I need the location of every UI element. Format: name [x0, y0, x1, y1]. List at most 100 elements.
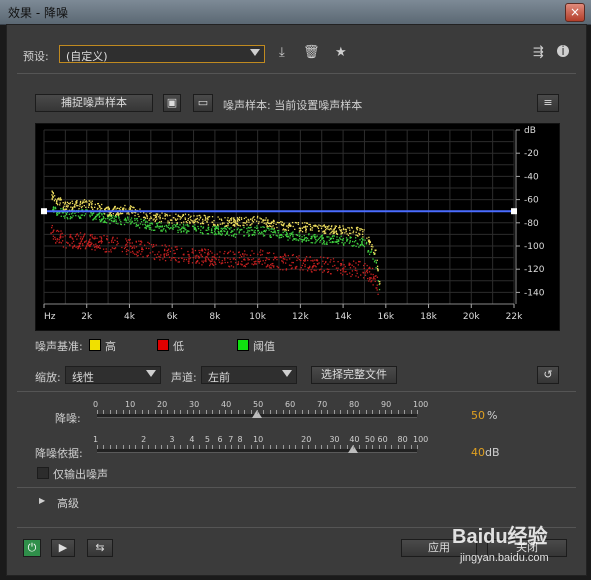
series-point — [237, 263, 239, 266]
series-point — [65, 212, 67, 215]
series-point — [157, 221, 160, 224]
series-point — [86, 244, 88, 247]
series-point — [340, 233, 342, 235]
close-window-button[interactable]: × — [565, 3, 585, 22]
series-point — [62, 236, 64, 238]
reduction-label: 降噪: — [55, 412, 81, 425]
series-point — [266, 226, 268, 228]
reset-curve-icon[interactable]: ↺ — [537, 366, 559, 384]
series-point — [163, 255, 165, 257]
series-point — [95, 218, 97, 220]
series-point — [344, 271, 346, 273]
series-point — [258, 221, 260, 223]
series-point — [127, 216, 129, 218]
series-point — [224, 259, 226, 261]
series-point — [183, 221, 185, 223]
play-icon[interactable]: ▶ — [51, 539, 75, 557]
series-point — [111, 238, 114, 240]
series-point — [91, 236, 93, 238]
power-icon[interactable]: ⏻ — [23, 539, 41, 557]
series-point — [272, 259, 275, 261]
series-point — [77, 247, 79, 249]
series-point — [222, 227, 224, 230]
series-point — [345, 230, 347, 233]
series-point — [114, 205, 116, 208]
save-preset-icon[interactable]: ⤓ — [279, 46, 285, 60]
series-point — [164, 215, 166, 217]
slider-tick — [365, 410, 367, 414]
advanced-label[interactable]: 高级 — [57, 495, 79, 511]
series-point — [277, 267, 279, 269]
series-point — [309, 229, 312, 231]
advanced-expand-icon[interactable]: ▶ — [39, 496, 45, 505]
series-point — [216, 253, 218, 255]
select-entire-file-button[interactable]: 选择完整文件 — [311, 366, 397, 384]
slider-tick — [404, 410, 406, 414]
series-point — [260, 249, 262, 251]
series-point — [123, 208, 125, 210]
slider-tick — [180, 410, 182, 414]
slider-tick — [250, 445, 252, 449]
loop-icon[interactable]: ⇆ — [87, 539, 113, 557]
noise-spectrum-chart[interactable]: dB -20 -40 -60 -80 -100 -120 -140 Hz 2k 4k 6k 8k 10k 1… — [35, 123, 560, 331]
series-point — [134, 219, 136, 221]
star-icon[interactable]: ★ — [335, 46, 347, 60]
series-point — [191, 262, 194, 264]
trash-icon[interactable]: 🗑 — [303, 46, 320, 60]
series-point — [369, 241, 371, 244]
open-folder-icon[interactable]: ▭ — [193, 94, 213, 112]
series-point — [51, 224, 53, 227]
series-point — [238, 257, 241, 259]
scale-label: 4 — [189, 435, 195, 444]
series-point — [214, 224, 216, 226]
routing-icon[interactable]: ⇶ — [533, 46, 544, 60]
series-point — [188, 262, 190, 264]
series-point — [265, 266, 268, 268]
series-point — [202, 233, 204, 235]
series-point — [93, 238, 95, 240]
scale-select[interactable]: 线性 — [65, 366, 161, 384]
series-point — [205, 259, 207, 262]
series-point — [167, 254, 170, 256]
series-point — [196, 254, 198, 257]
series-point — [168, 256, 171, 258]
series-point — [360, 274, 362, 276]
series-point — [273, 266, 275, 268]
series-point — [342, 269, 344, 271]
preset-select[interactable]: (自定义) — [59, 45, 265, 63]
series-point — [249, 227, 251, 229]
series-point — [178, 257, 180, 259]
series-point — [296, 265, 298, 268]
series-point — [270, 228, 272, 230]
slider-tick — [237, 445, 239, 449]
series-point — [88, 241, 90, 243]
channel-select[interactable]: 左前 — [201, 366, 297, 384]
series-point — [195, 257, 197, 259]
output-noise-only-checkbox[interactable] — [37, 467, 49, 479]
reduce-by-value[interactable]: 40 — [471, 446, 485, 459]
slider-tick — [289, 410, 290, 414]
series-point — [264, 219, 267, 221]
capture-noise-print-button[interactable]: 捕捉噪声样本 — [35, 94, 153, 112]
save-noise-print-icon[interactable]: ▣ — [163, 94, 181, 112]
series-point — [295, 238, 297, 240]
series-point — [153, 218, 155, 220]
series-point — [359, 261, 361, 263]
series-point — [106, 235, 108, 237]
slider-tick — [282, 445, 284, 449]
series-point — [247, 231, 249, 233]
series-point — [191, 220, 193, 222]
curve-menu-icon[interactable]: ≡ — [537, 94, 559, 112]
series-point — [121, 212, 124, 215]
reduce-by-slider-track[interactable] — [97, 449, 417, 453]
series-point — [244, 222, 247, 224]
series-point — [241, 228, 243, 231]
x-tick-label: 14k — [335, 312, 352, 322]
series-point — [285, 235, 288, 238]
series-point — [325, 243, 327, 245]
y-tick-label: -60 — [524, 196, 539, 206]
reduction-value[interactable]: 50 — [471, 409, 485, 422]
series-point — [318, 262, 320, 264]
slider-tick — [199, 445, 201, 449]
info-icon[interactable]: i — [557, 45, 569, 57]
